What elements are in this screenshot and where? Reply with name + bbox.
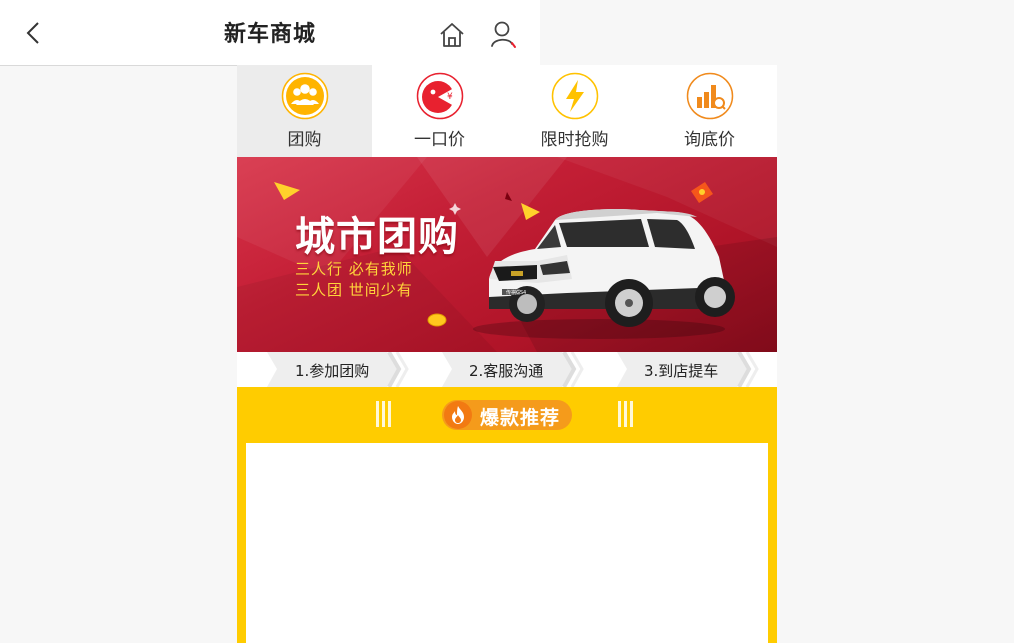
price-tag-icon: ¥	[416, 72, 464, 120]
tab-fixed-price[interactable]: ¥ 一口价	[372, 65, 507, 157]
tab-group-buy[interactable]: 团购	[237, 65, 372, 157]
coin-icon	[427, 313, 447, 327]
price-inquiry-icon	[686, 72, 734, 120]
hot-products-panel	[246, 443, 768, 643]
top-nav-bar: 新车商城	[0, 0, 540, 66]
step-join-group-buy: 1.参加团购	[295, 362, 370, 380]
step-pickup-car: 3.到店提车	[644, 362, 719, 380]
decor-line	[376, 401, 379, 427]
svg-text:传祺GS4: 传祺GS4	[506, 289, 526, 296]
promo-banner[interactable]: 传祺GS4 城市团购 三人行 必有我师 三人团 世间少有	[237, 157, 777, 352]
flame-icon	[444, 401, 472, 429]
tab-label: 询底价	[684, 130, 735, 150]
lightning-icon	[551, 72, 599, 120]
group-users-icon	[281, 72, 329, 120]
decor-line	[624, 401, 627, 427]
home-icon[interactable]	[438, 21, 466, 49]
tab-price-inquiry[interactable]: 询底价	[642, 65, 777, 157]
banner-title: 城市团购	[295, 213, 459, 260]
main-content: 团购 ¥ 一口价 限时抢购 询底价 传祺GS4 城市团购 三人行 必有我师 三人…	[237, 65, 777, 643]
category-tabs: 团购 ¥ 一口价 限时抢购 询底价	[237, 65, 777, 157]
banner-slogan: 三人行 必有我师	[295, 260, 413, 278]
tab-label: 一口价	[414, 130, 465, 150]
purchase-steps: 1.参加团购 2.客服沟通 3.到店提车	[237, 352, 777, 387]
tab-label: 团购	[287, 130, 322, 150]
tab-label: 限时抢购	[540, 130, 609, 150]
user-icon[interactable]	[490, 20, 518, 50]
decor-line	[618, 401, 621, 427]
hot-recommend-badge: 爆款推荐	[442, 400, 572, 430]
chevron-left-icon[interactable]	[22, 20, 46, 46]
decor-line	[630, 401, 633, 427]
tab-flash-sale[interactable]: 限时抢购	[507, 65, 642, 157]
section-title: 爆款推荐	[480, 407, 561, 429]
decor-line	[388, 401, 391, 427]
triangle-decoration	[521, 203, 540, 220]
banner-slogan: 三人团 世间少有	[295, 281, 413, 299]
svg-text:¥: ¥	[447, 92, 453, 102]
step-contact-service: 2.客服沟通	[469, 362, 544, 380]
decor-line	[382, 401, 385, 427]
hot-recommend-section: 爆款推荐	[237, 387, 777, 643]
